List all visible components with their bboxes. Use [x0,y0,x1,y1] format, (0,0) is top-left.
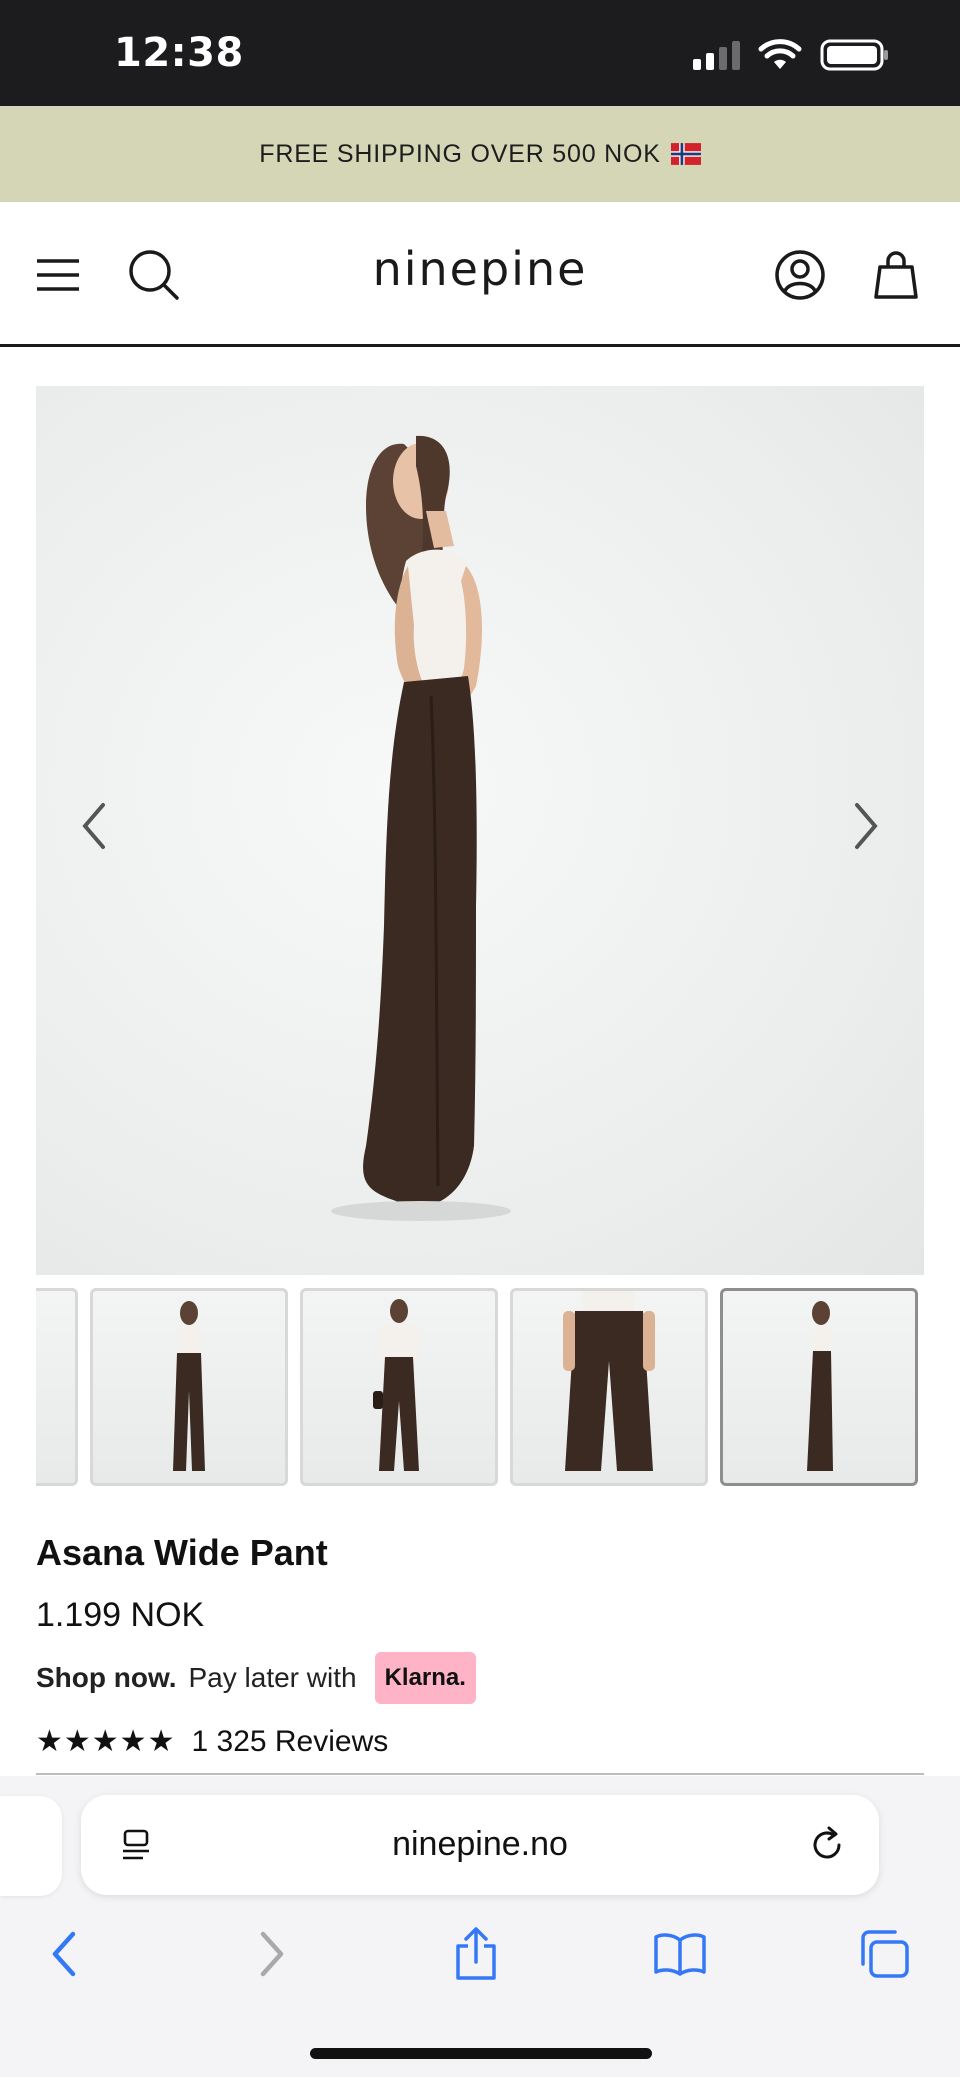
promo-text: FREE SHIPPING OVER 500 NOK [259,139,661,168]
status-bar: 12:38 [0,0,960,106]
shopping-bag-icon[interactable] [868,247,924,303]
reload-icon[interactable] [805,1823,849,1867]
gallery-thumbnails [36,1288,924,1488]
klarna-badge[interactable]: Klarna. [374,1652,476,1704]
previous-tab-peek[interactable] [0,1796,62,1896]
thumbnail-photo [563,1291,655,1471]
divider [36,1773,924,1775]
tabs-icon[interactable] [852,1922,916,1986]
user-account-icon[interactable] [772,247,828,303]
gallery-thumbnail-active[interactable] [720,1288,918,1486]
rating-summary[interactable]: ★★★★★ 1 325 Reviews [36,1724,388,1759]
gallery-thumbnail[interactable] [90,1288,288,1486]
battery-icon [820,39,888,71]
url-text[interactable]: ninepine.no [81,1825,879,1864]
thumbnail-photo [173,1301,205,1471]
thumbnail-photo [807,1301,833,1471]
product-main-image[interactable] [36,386,924,1275]
norway-flag-icon [670,143,701,165]
status-icons [693,38,890,72]
cellular-signal-icon [693,40,740,70]
forward-arrow-icon[interactable] [240,1922,304,1986]
product-price: 1.199 NOK [36,1596,205,1634]
share-icon[interactable] [444,1922,508,1986]
review-count[interactable]: 1 325 Reviews [191,1725,388,1759]
klarna-promo: Shop now. Pay later with Klarna. [36,1652,476,1704]
model-photo [331,435,511,1221]
klarna-lead: Shop now. [36,1662,177,1693]
thumbnail-photo [373,1299,419,1471]
bookmarks-icon[interactable] [648,1922,712,1986]
product-title: Asana Wide Pant [36,1532,328,1573]
site-header: ninepine [0,202,960,347]
status-time: 12:38 [114,30,244,76]
back-arrow-icon[interactable] [32,1922,96,1986]
klarna-text: Pay later with [188,1662,357,1693]
gallery-prev-arrow-icon[interactable] [64,796,124,856]
gallery-thumbnail[interactable] [36,1288,78,1486]
gallery-thumbnail[interactable] [510,1288,708,1486]
home-indicator [310,2048,652,2059]
gallery-next-arrow-icon[interactable] [836,796,896,856]
promo-banner: FREE SHIPPING OVER 500 NOK [0,106,960,202]
star-rating-icon: ★★★★★ [36,1724,176,1759]
wifi-icon [758,39,802,69]
address-bar[interactable]: ninepine.no [81,1795,879,1895]
gallery-thumbnail[interactable] [300,1288,498,1486]
browser-bottom-bar: ninepine.no [0,1776,960,2077]
